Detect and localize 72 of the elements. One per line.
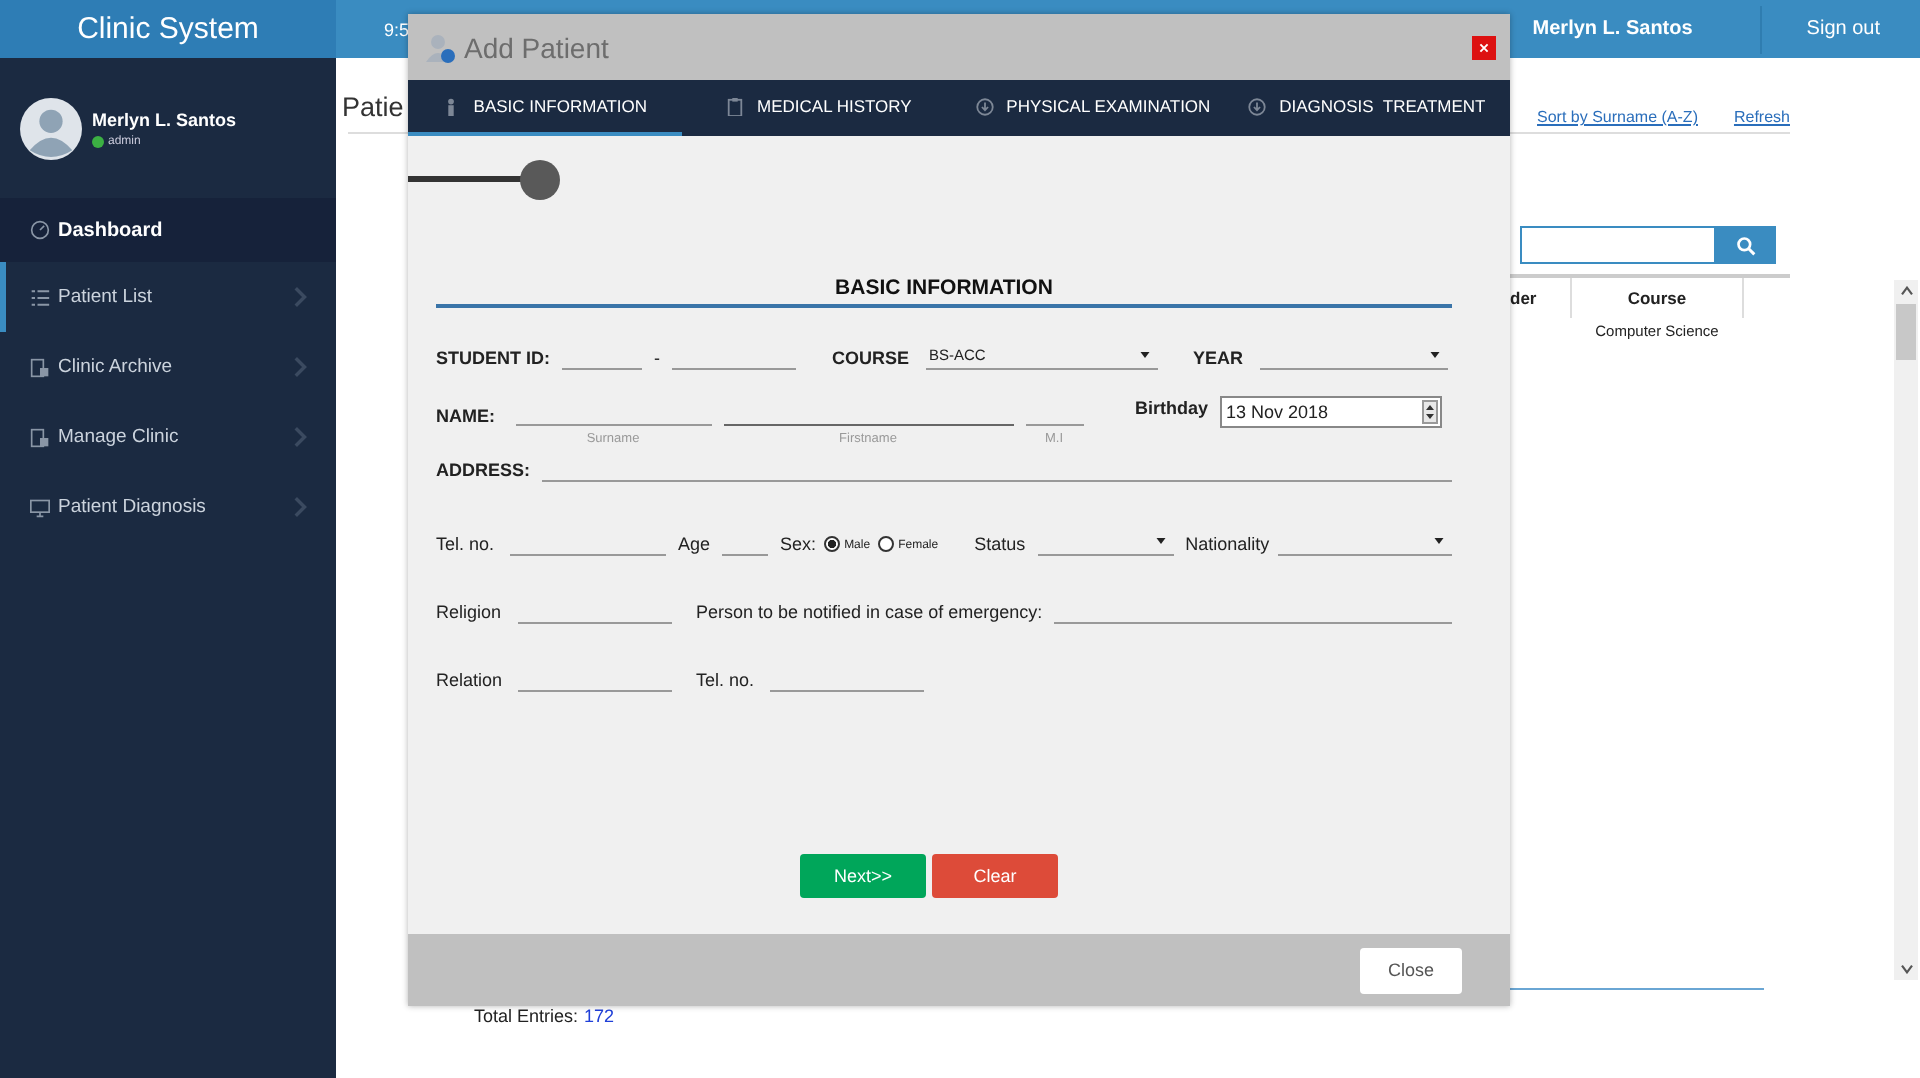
caret-icon — [1155, 537, 1166, 543]
field-label: Age — [678, 532, 711, 556]
document-icon — [30, 427, 50, 447]
dialog-title: Add Patient — [464, 31, 609, 63]
chevron-right-icon — [294, 426, 308, 448]
clock-time: 9:5 — [384, 19, 410, 39]
clear-button[interactable]: Clear — [932, 854, 1058, 898]
search-icon — [1736, 235, 1756, 255]
page-title: Patie — [342, 92, 404, 126]
user-name: Merlyn L. Santos — [92, 109, 237, 129]
app-title: Clinic System — [0, 0, 336, 58]
sidebar-item[interactable]: Patient List — [0, 262, 336, 332]
column-header: Course — [1572, 278, 1744, 318]
sidebar-item[interactable]: Clinic Archive — [0, 332, 336, 402]
field-label: Status — [974, 532, 1026, 556]
field-label: Nationality — [1185, 532, 1270, 556]
field-label: STUDENT ID: — [436, 346, 550, 370]
date-field[interactable]: 13 Nov 2018 — [1220, 396, 1443, 428]
tab[interactable]: DIAGNOSIS TREATMENT — [1230, 80, 1504, 136]
caret-icon — [1429, 351, 1440, 357]
chevron-right-icon — [294, 496, 308, 518]
progress-knob — [519, 160, 560, 200]
tab[interactable]: PHYSICAL EXAMINATION — [956, 80, 1230, 136]
field-label: Birthday — [1135, 396, 1209, 420]
close-button[interactable]: Close — [1360, 947, 1462, 993]
scroll-down-icon — [1899, 964, 1913, 974]
field-label: YEAR — [1193, 346, 1244, 370]
document-icon — [30, 357, 50, 377]
total-entries-count: 172 — [584, 1006, 615, 1026]
total-entries-label: Total Entries: — [474, 1006, 579, 1026]
field-label: Sex: — [780, 532, 817, 556]
field-label: Tel. no. — [696, 668, 755, 692]
section-title: BASIC INFORMATION — [436, 276, 1452, 308]
clipboard-icon — [726, 97, 745, 115]
field-label: ADDRESS: — [436, 458, 531, 482]
sidebar-item[interactable]: Patient Diagnosis — [0, 472, 336, 542]
download-icon — [975, 97, 994, 115]
caret-icon — [1434, 537, 1444, 543]
user-name: Merlyn L. Santos — [1532, 18, 1693, 40]
list-icon — [30, 287, 50, 307]
tab[interactable]: MEDICAL HISTORY — [682, 80, 956, 136]
sign-out-button[interactable]: Sign out — [1760, 5, 1920, 53]
close-icon — [1478, 41, 1490, 53]
field-label: NAME: — [436, 404, 495, 428]
scroll-up-icon — [1899, 286, 1913, 296]
toolbar-link[interactable]: Sort by Surname (A-Z) — [1537, 108, 1698, 126]
sidebar-item[interactable]: Manage Clinic — [0, 402, 336, 472]
radio-button[interactable] — [824, 536, 841, 552]
field-label: Tel. no. — [436, 532, 495, 556]
avatar-icon — [20, 97, 82, 159]
scroll-thumb[interactable] — [1896, 304, 1916, 360]
field-label: COURSE — [832, 346, 910, 370]
sidebar-item[interactable]: Dashboard — [0, 198, 336, 262]
caret-icon — [1139, 351, 1150, 357]
close-button[interactable] — [1472, 35, 1496, 59]
field-label: Religion — [436, 600, 504, 624]
spinner-icon — [1422, 400, 1439, 424]
radio-button[interactable] — [878, 536, 895, 552]
gauge-icon — [30, 220, 50, 240]
field-label: - — [654, 346, 660, 370]
download-icon — [1248, 97, 1267, 115]
chevron-right-icon — [294, 356, 308, 378]
field-label: Person to be notified in case of emergency: — [696, 600, 1043, 624]
tab[interactable]: BASIC INFORMATION — [408, 80, 682, 136]
search-button[interactable] — [1716, 226, 1776, 264]
field-label: Relation — [436, 668, 505, 692]
monitor-icon — [30, 497, 50, 517]
chevron-right-icon — [294, 286, 308, 308]
user-info-icon — [424, 31, 456, 63]
search-field[interactable] — [1520, 226, 1716, 264]
scrollbar[interactable] — [1894, 280, 1918, 980]
toolbar-link[interactable]: Refresh — [1733, 108, 1790, 126]
